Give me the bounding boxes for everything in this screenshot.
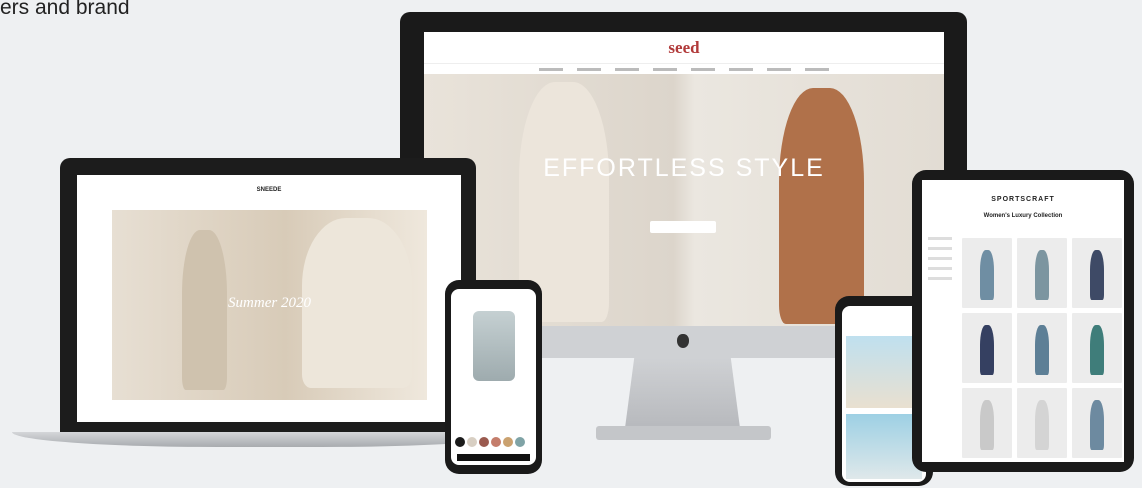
beach-image xyxy=(846,414,922,479)
add-to-bag-button[interactable] xyxy=(457,454,530,461)
filter-item[interactable] xyxy=(928,247,952,250)
site-logo[interactable]: SNEEDE xyxy=(257,187,282,193)
hero-title: EFFORTLESS STYLE xyxy=(543,154,825,182)
product-card[interactable] xyxy=(1017,313,1067,383)
nav-item[interactable] xyxy=(691,67,715,71)
phone-left-screen xyxy=(451,289,536,465)
device-mockup-scene: ers and brand seed EFFORTLESS STYLE SNEE… xyxy=(0,0,1142,488)
imac-foot xyxy=(596,426,771,440)
product-card[interactable] xyxy=(962,238,1012,308)
nav-item[interactable] xyxy=(577,67,601,71)
product-image[interactable] xyxy=(473,311,515,381)
product-card[interactable] xyxy=(1017,238,1067,308)
product-card[interactable] xyxy=(1072,388,1122,458)
swatch[interactable] xyxy=(515,437,525,447)
collection-title: Women's Luxury Collection xyxy=(983,213,1063,219)
product-card[interactable] xyxy=(962,388,1012,458)
site-nav xyxy=(424,64,944,74)
hero-banner: Summer 2020 xyxy=(112,210,427,400)
nav-item[interactable] xyxy=(653,67,677,71)
beach-image xyxy=(846,336,922,408)
swatch[interactable] xyxy=(503,437,513,447)
swatch[interactable] xyxy=(491,437,501,447)
filter-item[interactable] xyxy=(928,257,952,260)
product-grid xyxy=(962,238,1122,458)
color-swatches xyxy=(455,437,525,447)
product-card[interactable] xyxy=(1072,313,1122,383)
filter-item[interactable] xyxy=(928,277,952,280)
swatch[interactable] xyxy=(479,437,489,447)
site-header: seed xyxy=(424,32,944,64)
product-card[interactable] xyxy=(1017,388,1067,458)
product-card[interactable] xyxy=(962,313,1012,383)
shop-now-button[interactable] xyxy=(650,221,716,233)
filter-item[interactable] xyxy=(928,237,952,240)
imac-stand xyxy=(625,358,740,428)
nav-item[interactable] xyxy=(729,67,753,71)
tablet-screen: SPORTSCRAFT Women's Luxury Collection xyxy=(922,180,1124,462)
swatch[interactable] xyxy=(455,437,465,447)
partial-heading: ers and brand xyxy=(0,0,130,19)
filter-sidebar xyxy=(928,237,960,287)
nav-item[interactable] xyxy=(615,67,639,71)
laptop-screen: SNEEDE Summer 2020 xyxy=(77,175,461,422)
site-logo[interactable]: seed xyxy=(668,38,699,58)
nav-item[interactable] xyxy=(767,67,791,71)
apple-logo-icon xyxy=(677,334,689,348)
hero-caption: Summer 2020 xyxy=(228,295,311,311)
swatch[interactable] xyxy=(467,437,477,447)
product-card[interactable] xyxy=(1072,238,1122,308)
nav-item[interactable] xyxy=(539,67,563,71)
nav-item[interactable] xyxy=(805,67,829,71)
model-figure xyxy=(779,88,864,324)
filter-item[interactable] xyxy=(928,267,952,270)
site-logo[interactable]: SPORTSCRAFT xyxy=(922,196,1124,203)
